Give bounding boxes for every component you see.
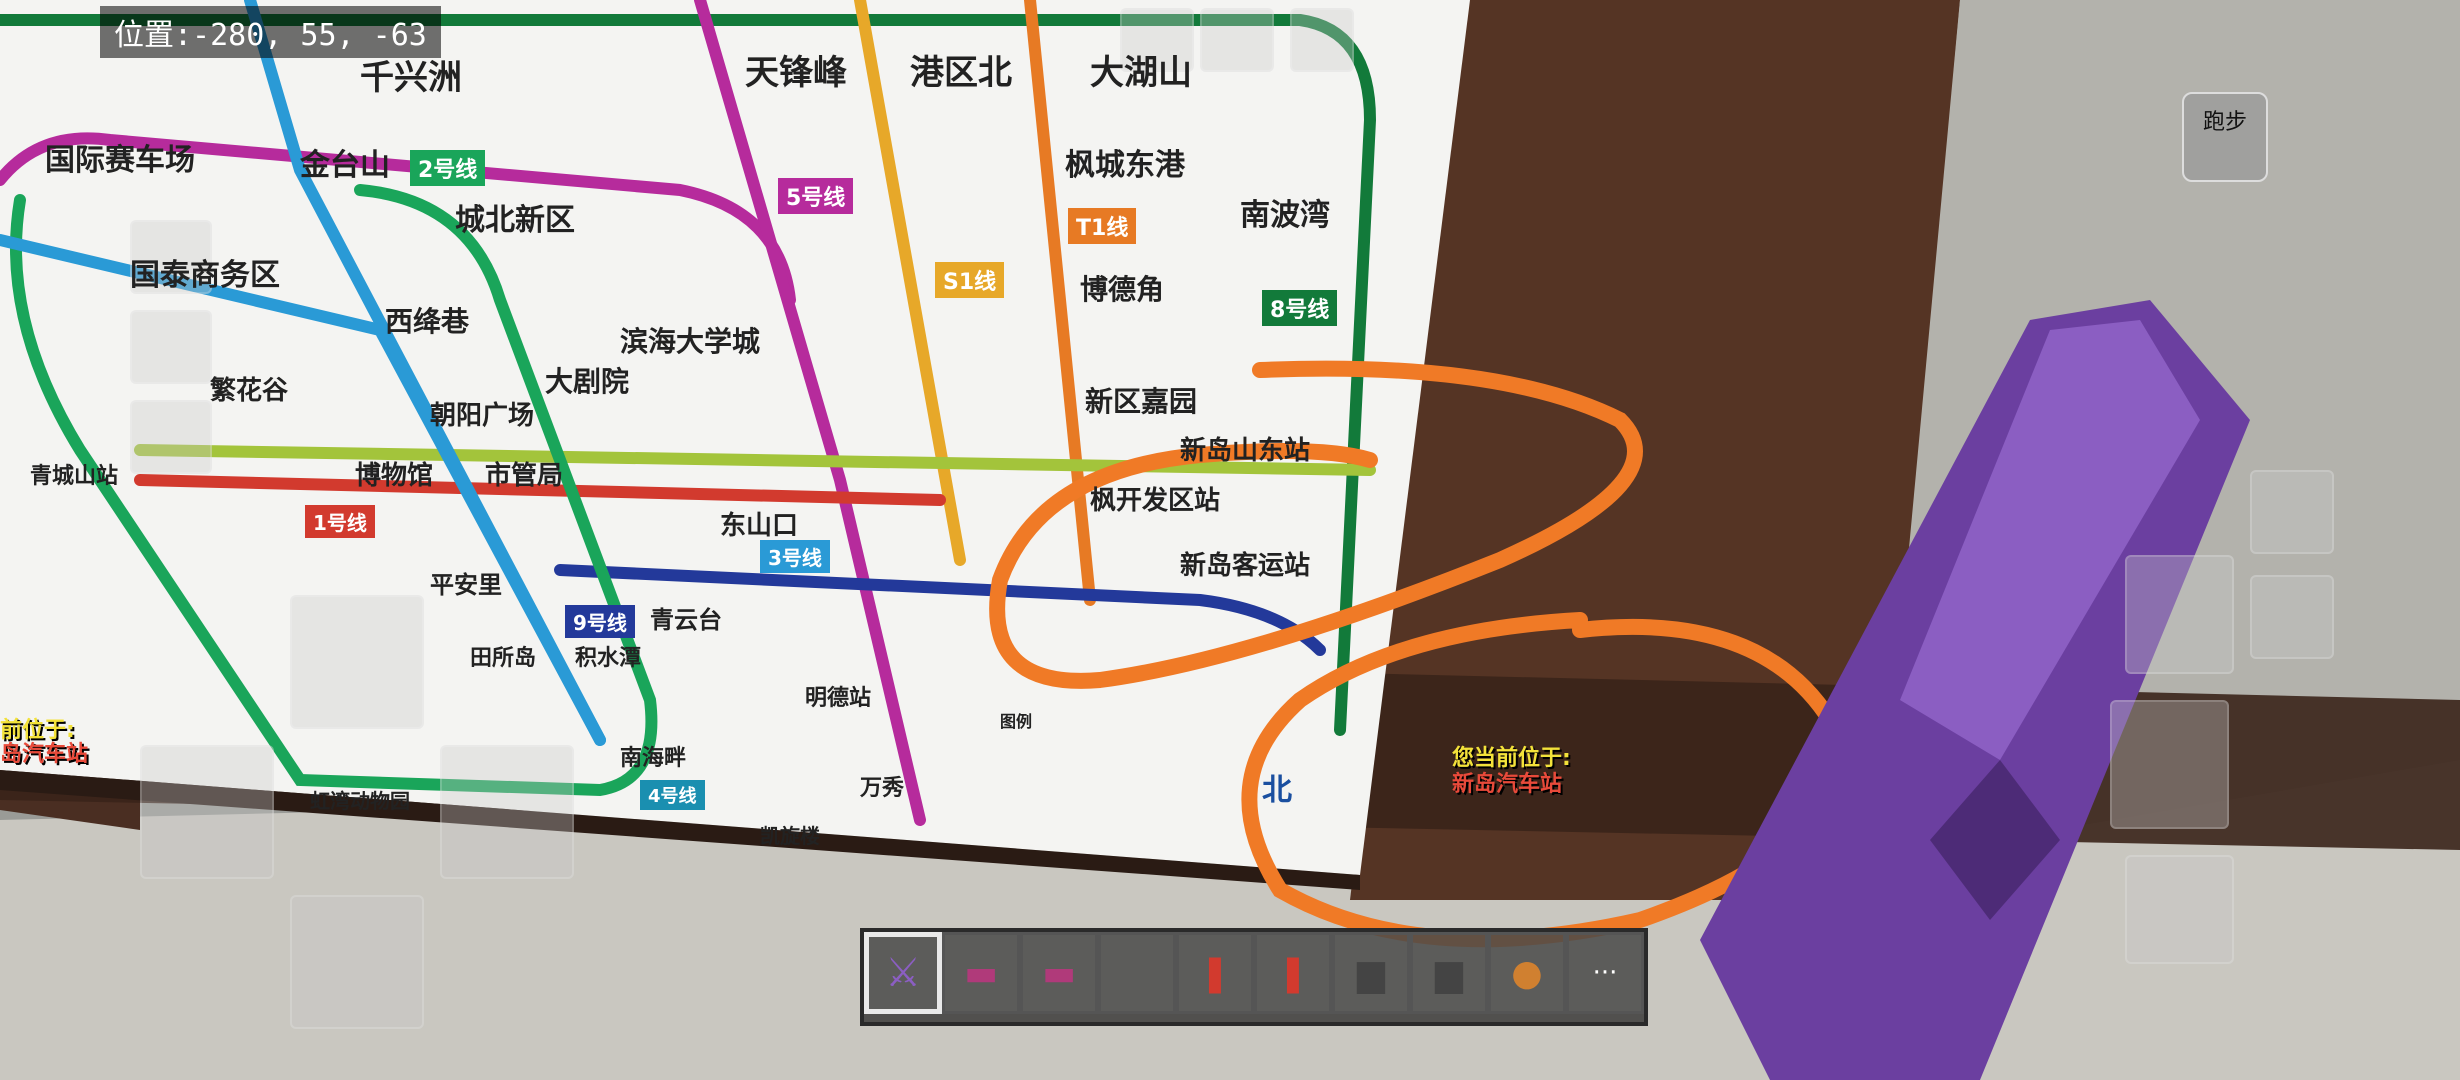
map-station: 凯旋楼 [760, 824, 820, 848]
hotbar-more-button[interactable]: ··· [1566, 932, 1644, 1014]
map-station: 港区北 [910, 53, 1012, 93]
map-station: 大湖山 [1090, 53, 1192, 93]
map-station: 枫开发区站 [1090, 486, 1221, 516]
hotbar-slot-minecart[interactable]: ▆ [1332, 932, 1410, 1014]
more-label: ··· [1592, 958, 1618, 988]
hotbar: ⚔ ▬ ▬ ❚ ❚ ▆ ▆ ● ··· [860, 928, 1648, 1026]
map-station: 繁花谷 [210, 376, 289, 406]
sprint-button[interactable]: 跑步 [2182, 92, 2268, 182]
map-station: 城北新区 [455, 203, 575, 238]
map-station: 大剧院 [545, 365, 630, 398]
line-badge-4: 4号线 [640, 780, 705, 810]
line-badge-3: 3号线 [760, 540, 830, 573]
map-station: 西绛巷 [385, 305, 470, 338]
map-station: 滨海大学城 [620, 325, 761, 358]
firework-icon: ❚ [1277, 952, 1309, 994]
dpad-left-button[interactable] [140, 745, 274, 879]
sneak-button[interactable] [2110, 700, 2229, 829]
jump-button[interactable] [2125, 555, 2234, 674]
map-station: 青城山站 [30, 464, 119, 489]
map-station: 田所岛 [470, 646, 537, 671]
dpad-right-button[interactable] [440, 745, 574, 879]
map-station: 博物馆 [355, 461, 434, 491]
map-station: 南海畔 [620, 746, 687, 771]
map-station: 新岛山东站 [1180, 436, 1311, 466]
map-north-label: 北 [1262, 773, 1292, 808]
chat-icon-right-2[interactable] [2250, 575, 2334, 659]
line-badge-5: 5号线 [778, 178, 854, 214]
map-station: 天锋峰 [745, 53, 847, 93]
line-badge-t1: T1线 [1068, 208, 1137, 244]
hotbar-slot-sword[interactable]: ⚔ [864, 932, 942, 1014]
map-station: 金台山 [300, 148, 390, 183]
sword-icon: ⚔ [885, 950, 921, 996]
map-station: 明德站 [805, 686, 872, 711]
minecart-icon: ▆ [1357, 952, 1385, 994]
map-station: 平安里 [430, 571, 502, 599]
map-station: 南波湾 [1240, 198, 1330, 233]
map-station: 新岛客运站 [1180, 551, 1311, 581]
pause-button[interactable] [1290, 8, 1354, 72]
sign-line-2: 新岛汽车站 [1452, 772, 1563, 797]
map-station: 市管局 [485, 461, 564, 491]
map-station: 新区嘉园 [1085, 385, 1198, 418]
firework-icon: ❚ [1199, 952, 1231, 994]
line-badge-1: 1号线 [305, 505, 375, 538]
hotbar-slot-empty[interactable] [1098, 932, 1176, 1014]
hotbar-slot-minecart-2[interactable]: ▆ [1410, 932, 1488, 1014]
hotbar-slot-book[interactable]: ▬ [942, 932, 1020, 1014]
map-station: 枫城东港 [1065, 148, 1185, 183]
line-badge-9: 9号线 [565, 605, 635, 638]
left-sign-line-2: 岛汽车站 [0, 742, 89, 767]
map-station: 国际赛车场 [45, 143, 195, 178]
hotbar-slot-firework-2[interactable]: ❚ [1254, 932, 1332, 1014]
map-station: 千兴洲 [360, 58, 462, 98]
line-badge-2: 2号线 [410, 150, 486, 186]
dpad-up-button[interactable] [290, 595, 424, 729]
line-badge-8: 8号线 [1262, 290, 1338, 326]
map-station: 积水潭 [575, 646, 642, 671]
minecart-icon: ▆ [1435, 952, 1463, 994]
dpad-down-button[interactable] [290, 895, 424, 1029]
map-station: 国泰商务区 [130, 258, 280, 293]
chat-button[interactable] [1200, 8, 1274, 72]
line-badge-s1: S1线 [935, 262, 1005, 298]
book-icon: ▬ [1041, 952, 1076, 994]
map-station: 万秀 [860, 776, 905, 801]
fly-down-button[interactable] [2125, 855, 2234, 964]
map-station: 青云台 [650, 606, 722, 634]
sprint-label: 跑步 [2202, 110, 2247, 135]
food-icon: ● [1511, 952, 1543, 994]
inventory-icon[interactable] [130, 400, 212, 474]
map-station: 博德角 [1080, 273, 1165, 306]
chat-icon-right[interactable] [2250, 470, 2334, 554]
map-station: 虹湾动物园 [310, 789, 410, 813]
map-legend-title: 图例 [1000, 712, 1033, 731]
book-icon: ▬ [963, 952, 998, 994]
map-station: 东山口 [720, 511, 799, 541]
map-station: 朝阳广场 [430, 401, 535, 431]
hotbar-slot-firework[interactable]: ❚ [1176, 932, 1254, 1014]
emote-icon[interactable] [130, 310, 212, 384]
hotbar-slot-food[interactable]: ● [1488, 932, 1566, 1014]
hotbar-slot-book-2[interactable]: ▬ [1020, 932, 1098, 1014]
